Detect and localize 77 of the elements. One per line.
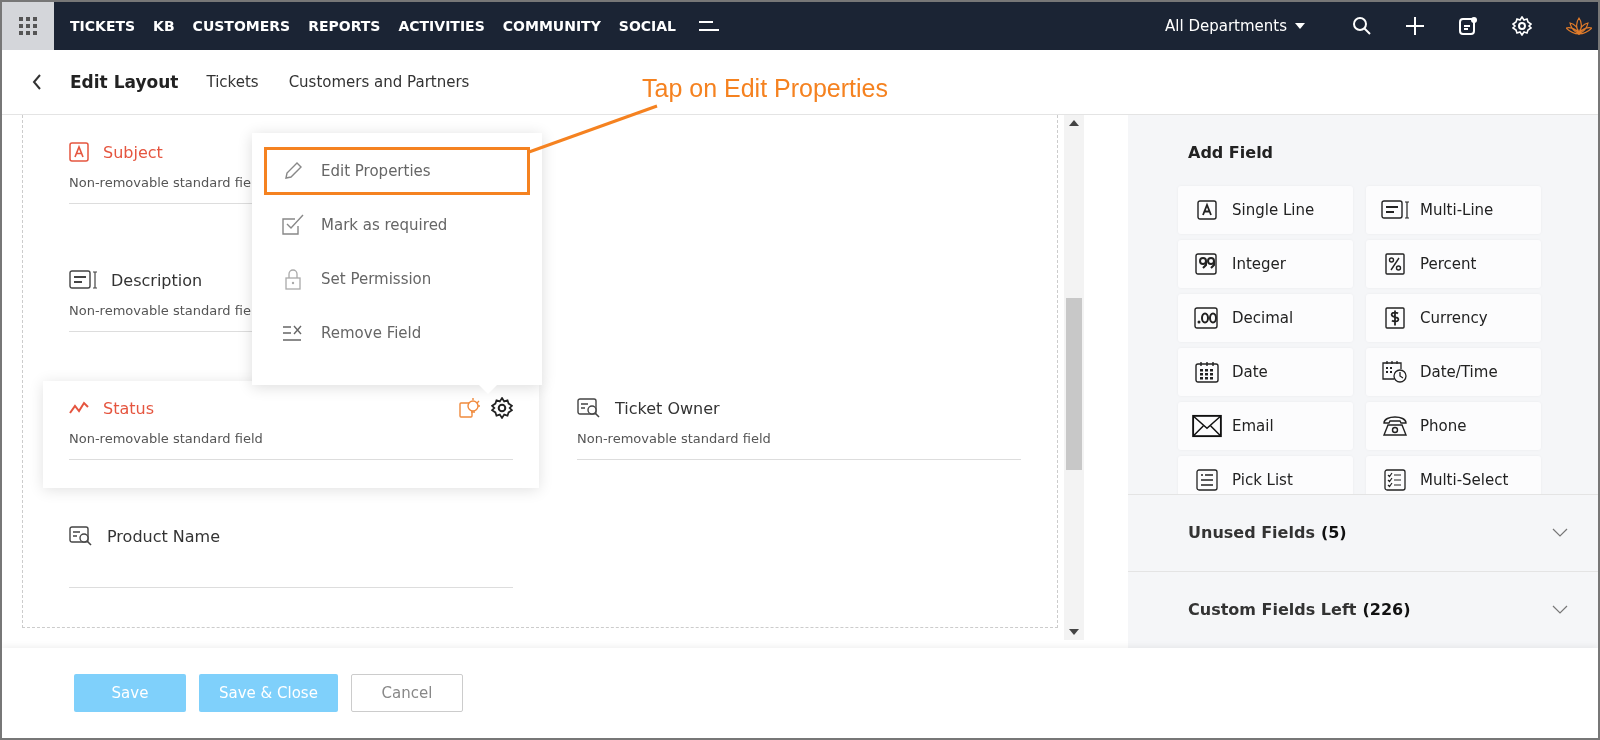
nav-tab[interactable]: TICKETS bbox=[70, 18, 136, 34]
percent-icon bbox=[1385, 253, 1405, 275]
section-title: Custom Fields Left bbox=[1188, 600, 1357, 620]
nav-tab[interactable]: SOCIAL bbox=[618, 18, 677, 34]
text-cursor-icon bbox=[1381, 200, 1409, 220]
scroll-down-icon[interactable] bbox=[1069, 629, 1079, 635]
field-card[interactable]: Status Non-removable standard field bbox=[43, 381, 539, 488]
field-type-tile[interactable]: Multi-Select bbox=[1366, 456, 1541, 494]
footer-button[interactable]: Cancel bbox=[350, 674, 463, 712]
search-icon[interactable] bbox=[1352, 16, 1372, 36]
field-type-tile[interactable]: Single Line bbox=[1178, 186, 1353, 234]
settings-icon[interactable] bbox=[491, 397, 513, 419]
search-form-icon bbox=[577, 398, 601, 418]
field-type-tile[interactable]: Pick List bbox=[1178, 456, 1353, 494]
section-header[interactable]: Custom Fields Left (226) bbox=[1128, 570, 1598, 648]
department-dropdown[interactable]: All Departments bbox=[1159, 16, 1311, 36]
layout-tab[interactable]: Tickets bbox=[206, 73, 259, 91]
nav-tab[interactable]: COMMUNITY bbox=[502, 18, 601, 34]
decimal-icon bbox=[1194, 307, 1220, 329]
field-hint: Non-removable standard fie bbox=[69, 175, 251, 190]
field-label: Ticket Owner bbox=[615, 398, 720, 418]
calendar-icon bbox=[1195, 361, 1219, 383]
checkbox-icon bbox=[281, 214, 305, 236]
field-hint: Non-removable standard field bbox=[577, 431, 771, 446]
field-type-tile[interactable]: Multi-Line bbox=[1366, 186, 1541, 234]
nav-tab[interactable]: CUSTOMERS bbox=[192, 18, 291, 34]
number-icon bbox=[1195, 253, 1219, 275]
field-type-tile[interactable]: Percent bbox=[1366, 240, 1541, 288]
field-label: Product Name bbox=[107, 526, 221, 546]
section-count: (226) bbox=[1362, 600, 1412, 620]
lotus-logo-icon bbox=[1566, 16, 1592, 36]
notes-icon[interactable] bbox=[1458, 16, 1478, 36]
field-hint: Non-removable standard fie bbox=[69, 303, 251, 318]
field-type-tile[interactable]: Email bbox=[1178, 402, 1353, 450]
layout-tab[interactable]: Customers and Partners bbox=[288, 73, 470, 91]
page-title: Edit Layout bbox=[70, 72, 179, 92]
field-type-tile[interactable]: Currency bbox=[1366, 294, 1541, 342]
calendar-clock-icon bbox=[1382, 360, 1408, 384]
trend-line-icon bbox=[69, 401, 89, 415]
letter-a-icon bbox=[1197, 200, 1217, 220]
menu-item[interactable]: Remove Field bbox=[264, 309, 530, 357]
search-form-icon bbox=[69, 526, 93, 546]
field-type-tile[interactable]: Phone bbox=[1366, 402, 1541, 450]
field-type-tile[interactable]: Decimal bbox=[1178, 294, 1353, 342]
menu-item[interactable]: Mark as required bbox=[264, 201, 530, 249]
field-type-tile[interactable]: Date bbox=[1178, 348, 1353, 396]
field-label: Description bbox=[111, 270, 203, 290]
nav-tab[interactable]: REPORTS bbox=[308, 18, 381, 34]
field-label: Subject bbox=[103, 142, 163, 162]
panel-title: Add Field bbox=[1188, 143, 1275, 162]
checklist-icon bbox=[1384, 469, 1406, 491]
field-type-tile[interactable]: Integer bbox=[1178, 240, 1353, 288]
text-cursor-icon bbox=[69, 270, 97, 290]
menu-item[interactable]: Edit Properties bbox=[264, 147, 530, 195]
list-icon bbox=[1196, 469, 1218, 491]
apps-button[interactable] bbox=[2, 2, 54, 50]
nav-tab[interactable]: ACTIVITIES bbox=[398, 18, 485, 34]
annotation-text: Tap on Edit Properties bbox=[642, 74, 888, 103]
menu-icon[interactable] bbox=[699, 20, 720, 32]
field-type-tile[interactable]: Date/Time bbox=[1366, 348, 1541, 396]
field-card[interactable]: Ticket Owner Non-removable standard field bbox=[551, 381, 1047, 488]
dollar-icon bbox=[1385, 307, 1405, 329]
section-title: Unused Fields bbox=[1188, 523, 1315, 543]
scrollbar-thumb[interactable] bbox=[1066, 298, 1082, 470]
menu-item[interactable]: Set Permission bbox=[264, 255, 530, 303]
field-card[interactable]: Product Name bbox=[43, 509, 539, 616]
letter-a-icon bbox=[69, 142, 89, 162]
section-header[interactable]: Unused Fields (5) bbox=[1128, 493, 1598, 571]
field-label: Status bbox=[103, 398, 154, 418]
phone-icon bbox=[1382, 415, 1408, 437]
field-hint: Non-removable standard field bbox=[69, 431, 263, 446]
caret-icon bbox=[1295, 23, 1305, 29]
grid-icon bbox=[19, 17, 37, 35]
section-count: (5) bbox=[1320, 523, 1348, 543]
scroll-up-icon[interactable] bbox=[1069, 120, 1079, 126]
nav-tab[interactable]: KB bbox=[153, 18, 175, 34]
plus-icon[interactable] bbox=[1406, 17, 1424, 35]
